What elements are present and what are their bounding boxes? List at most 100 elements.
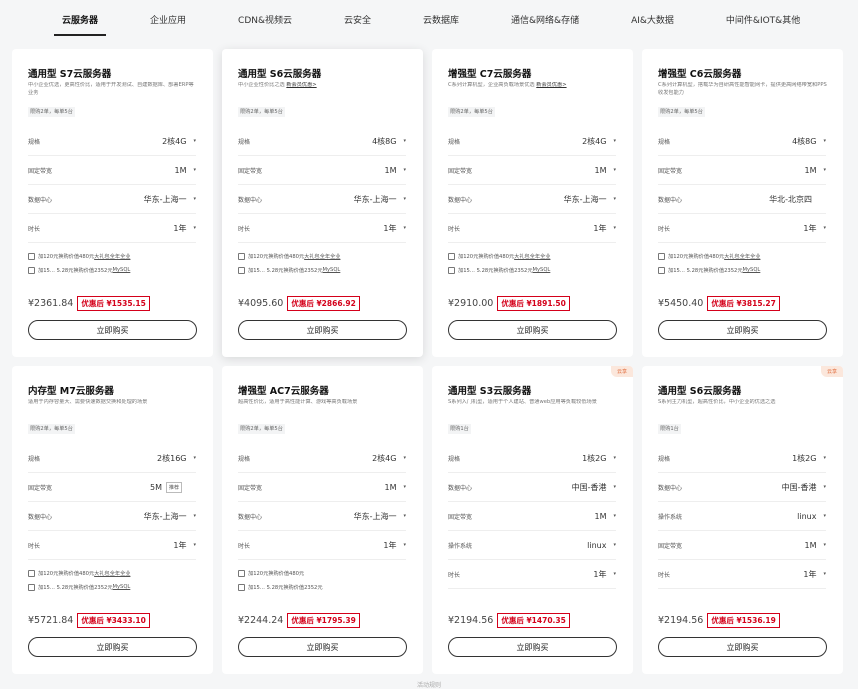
addon-option[interactable]: 加120元换购价值480元 大礼包全年全业 <box>448 249 617 263</box>
spec-row[interactable]: 数据中心 中国-香港 ▾ <box>448 473 616 502</box>
spec-select[interactable]: 1年 ▾ <box>383 223 406 234</box>
checkbox[interactable] <box>28 569 35 577</box>
spec-select[interactable]: 1年 ▾ <box>173 540 196 551</box>
tab-2[interactable]: CDN&视频云 <box>238 0 292 38</box>
spec-select[interactable]: 1年 ▾ <box>803 223 826 234</box>
spec-select[interactable]: 1M ▾ <box>384 483 406 492</box>
spec-row[interactable]: 数据中心 华东-上海一 ▾ <box>238 185 406 214</box>
addon-option[interactable]: 加120元换购价值480元 大礼包全年全业 <box>28 249 197 263</box>
tab-7[interactable]: 中间件&IOT&其他 <box>726 0 800 38</box>
spec-row[interactable]: 固定带宽 1M ▾ <box>448 502 616 531</box>
spec-row[interactable]: 规格 1核2G ▾ <box>658 444 826 473</box>
spec-select[interactable]: 华东-上海一 ▾ <box>144 194 196 205</box>
spec-row[interactable]: 规格 2核4G ▾ <box>238 444 406 473</box>
spec-row[interactable]: 时长 1年 ▾ <box>448 560 616 589</box>
tab-6[interactable]: AI&大数据 <box>631 0 674 38</box>
buy-now-button[interactable]: 立即购买 <box>658 637 827 657</box>
spec-select[interactable]: 1M ▾ <box>594 512 616 521</box>
buy-now-button[interactable]: 立即购买 <box>28 637 197 657</box>
checkbox[interactable] <box>28 252 35 260</box>
spec-row[interactable]: 时长 1年 ▾ <box>448 214 616 243</box>
spec-select[interactable]: 1M ▾ <box>594 166 616 175</box>
spec-select[interactable]: 4核8G ▾ <box>792 136 826 147</box>
addon-option[interactable]: 加120元换购价值480元 大礼包全年全业 <box>238 249 407 263</box>
spec-row[interactable]: 固定带宽 1M ▾ <box>658 531 826 560</box>
spec-select[interactable]: 4核8G ▾ <box>372 136 406 147</box>
spec-select[interactable]: 中国-香港 ▾ <box>572 482 616 493</box>
member-offer-link[interactable]: 新会员优惠> <box>536 82 566 88</box>
spec-row[interactable]: 规格 4核8G ▾ <box>658 127 826 156</box>
checkbox[interactable] <box>238 583 245 591</box>
spec-row[interactable]: 规格 2核4G ▾ <box>448 127 616 156</box>
addon-option[interactable]: 加15… 5.28元换购价值2352元 MySQL <box>238 263 407 277</box>
spec-select[interactable]: 1M ▾ <box>804 541 826 550</box>
checkbox[interactable] <box>238 569 245 577</box>
spec-row[interactable]: 时长 1年 ▾ <box>28 531 196 560</box>
spec-row[interactable]: 时长 1年 ▾ <box>658 560 826 589</box>
spec-row[interactable]: 规格 4核8G ▾ <box>238 127 406 156</box>
buy-now-button[interactable]: 立即购买 <box>448 637 617 657</box>
spec-select[interactable]: 1核2G ▾ <box>792 453 826 464</box>
spec-select[interactable]: 华东-上海一 ▾ <box>564 194 616 205</box>
spec-row[interactable]: 规格 2核16G ▾ <box>28 444 196 473</box>
checkbox[interactable] <box>238 252 245 260</box>
buy-now-button[interactable]: 立即购买 <box>28 320 197 340</box>
addon-link[interactable]: MySQL <box>113 267 131 273</box>
spec-select[interactable]: 华东-上海一 ▾ <box>354 194 406 205</box>
addon-link[interactable]: 大礼包全年全业 <box>94 570 130 577</box>
tab-5[interactable]: 通信&网络&存储 <box>511 0 579 38</box>
spec-select[interactable]: 1年 ▾ <box>593 223 616 234</box>
addon-link[interactable]: 大礼包全年全业 <box>514 253 550 260</box>
spec-row[interactable]: 固定带宽 1M ▾ <box>658 156 826 185</box>
tab-3[interactable]: 云安全 <box>344 0 371 38</box>
spec-select[interactable]: linux ▾ <box>587 541 616 550</box>
spec-select[interactable]: 1核2G ▾ <box>582 453 616 464</box>
addon-option[interactable]: 加15… 5.28元换购价值2352元 MySQL <box>658 263 827 277</box>
spec-row[interactable]: 时长 1年 ▾ <box>238 214 406 243</box>
spec-row[interactable]: 数据中心 华东-上海一 ▾ <box>28 502 196 531</box>
spec-select[interactable]: 1年 ▾ <box>593 569 616 580</box>
tab-0[interactable]: 云服务器 <box>53 0 107 38</box>
spec-row[interactable]: 固定带宽 1M ▾ <box>448 156 616 185</box>
spec-row[interactable]: 数据中心 华东-上海一 ▾ <box>448 185 616 214</box>
spec-select[interactable]: 华东-上海一 ▾ <box>354 511 406 522</box>
addon-option[interactable]: 加15… 5.28元换购价值2352元 MySQL <box>448 263 617 277</box>
spec-select[interactable]: 1M ▾ <box>384 166 406 175</box>
checkbox[interactable] <box>448 252 455 260</box>
addon-link[interactable]: 大礼包全年全业 <box>304 253 340 260</box>
spec-select[interactable]: 2核4G ▾ <box>582 136 616 147</box>
spec-select[interactable]: 1M ▾ <box>804 166 826 175</box>
checkbox[interactable] <box>658 252 665 260</box>
spec-select[interactable]: 中国-香港 ▾ <box>782 482 826 493</box>
spec-select[interactable]: 1M ▾ <box>174 166 196 175</box>
buy-now-button[interactable]: 立即购买 <box>238 637 407 657</box>
spec-select[interactable]: 1年 ▾ <box>383 540 406 551</box>
checkbox[interactable] <box>238 266 245 274</box>
spec-select[interactable]: 1年 ▾ <box>803 569 826 580</box>
addon-option[interactable]: 加15… 5.28元换购价值2352元 MySQL <box>28 580 197 594</box>
spec-row[interactable]: 操作系统 linux ▾ <box>658 502 826 531</box>
spec-select[interactable]: 华东-上海一 ▾ <box>144 511 196 522</box>
checkbox[interactable] <box>28 583 35 591</box>
addon-link[interactable]: MySQL <box>533 267 551 273</box>
spec-select[interactable]: linux ▾ <box>797 512 826 521</box>
buy-now-button[interactable]: 立即购买 <box>448 320 617 340</box>
spec-row[interactable]: 规格 1核2G ▾ <box>448 444 616 473</box>
addon-option[interactable]: 加120元换购价值480元 大礼包全年全业 <box>28 566 197 580</box>
spec-select[interactable]: 2核4G ▾ <box>162 136 196 147</box>
checkbox[interactable] <box>28 266 35 274</box>
tab-4[interactable]: 云数据库 <box>423 0 459 38</box>
spec-row[interactable]: 操作系统 linux ▾ <box>448 531 616 560</box>
spec-row[interactable]: 数据中心 华东-上海一 ▾ <box>238 502 406 531</box>
spec-row[interactable]: 固定带宽 1M ▾ <box>238 473 406 502</box>
spec-row[interactable]: 时长 1年 ▾ <box>28 214 196 243</box>
checkbox[interactable] <box>448 266 455 274</box>
tab-1[interactable]: 企业应用 <box>150 0 186 38</box>
addon-link[interactable]: MySQL <box>743 267 761 273</box>
addon-link[interactable]: MySQL <box>113 584 131 590</box>
spec-row[interactable]: 规格 2核4G ▾ <box>28 127 196 156</box>
spec-row[interactable]: 数据中心 中国-香港 ▾ <box>658 473 826 502</box>
spec-row[interactable]: 时长 1年 ▾ <box>238 531 406 560</box>
addon-link[interactable]: 大礼包全年全业 <box>94 253 130 260</box>
checkbox[interactable] <box>658 266 665 274</box>
